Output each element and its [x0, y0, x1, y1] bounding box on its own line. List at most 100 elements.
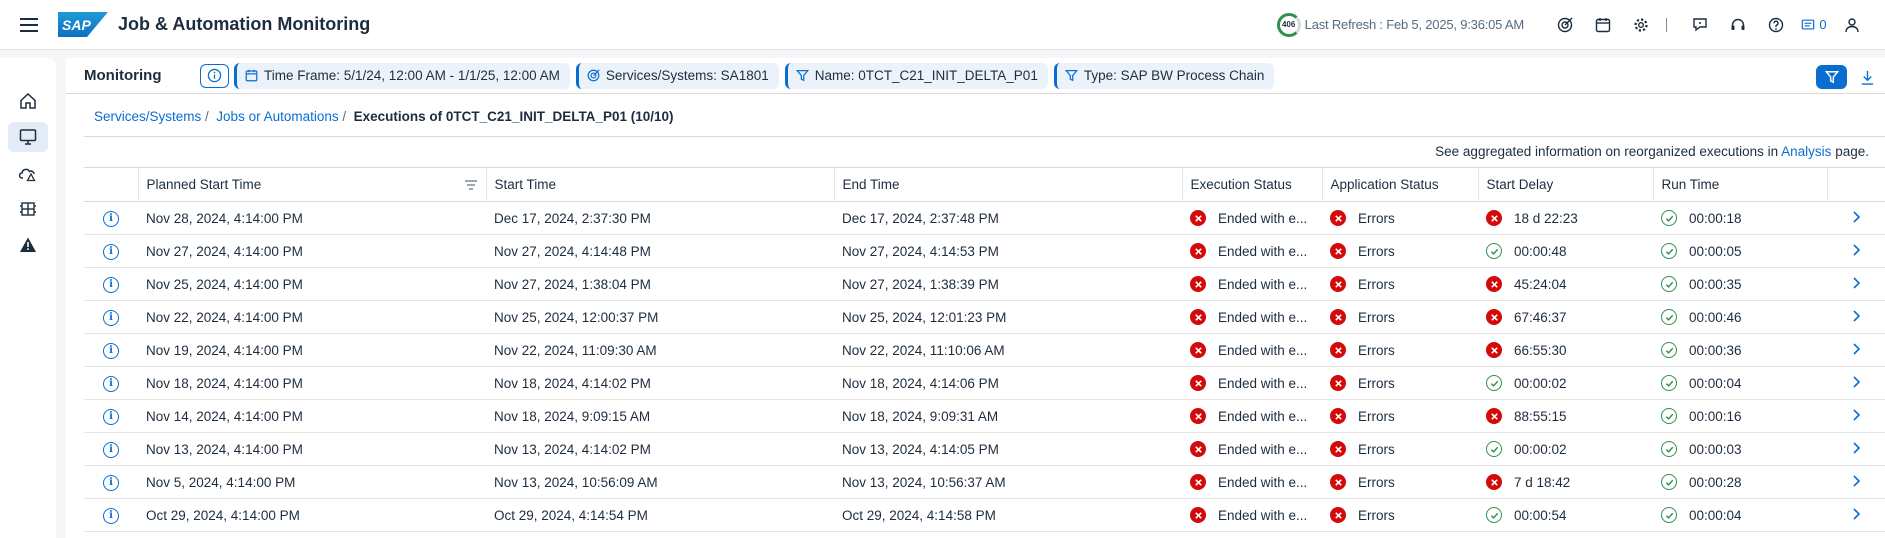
table-row[interactable]: i Oct 29, 2024, 4:14:00 PM Oct 29, 2024, 4…: [84, 498, 1885, 532]
table-row[interactable]: i Nov 25, 2024, 4:14:00 PM Nov 27, 2024, 1…: [84, 267, 1885, 301]
execution-status-text: Ended with e...: [1218, 342, 1308, 358]
run-time-cell: 00:00:36: [1653, 333, 1827, 367]
table-row[interactable]: i Nov 5, 2024, 4:14:00 PM Nov 13, 2024, 10…: [84, 465, 1885, 499]
nav-monitoring[interactable]: [8, 122, 48, 152]
info-icon[interactable]: i: [103, 507, 119, 524]
chip-time-frame[interactable]: Time Frame: 5/1/24, 12:00 AM - 1/1/25, 1…: [234, 62, 570, 89]
grid-icon: [20, 202, 36, 216]
info-icon[interactable]: i: [103, 243, 119, 260]
user-icon[interactable]: [1833, 10, 1871, 40]
info-icon[interactable]: i: [103, 408, 119, 425]
table-row[interactable]: i Nov 19, 2024, 4:14:00 PM Nov 22, 2024, 1…: [84, 333, 1885, 367]
run-time-cell: 00:00:46: [1653, 300, 1827, 334]
help-icon[interactable]: [1757, 10, 1795, 40]
table-row[interactable]: i Nov 28, 2024, 4:14:00 PM Dec 17, 2024, 2…: [84, 201, 1885, 235]
run-time-text: 00:00:18: [1689, 210, 1742, 226]
chevron-right-icon[interactable]: [1851, 210, 1861, 226]
breadcrumb-link-jobs[interactable]: Jobs or Automations: [216, 109, 338, 124]
breadcrumb-link-services[interactable]: Services/Systems: [94, 109, 201, 124]
planned-start-cell: Nov 19, 2024, 4:14:00 PM: [138, 333, 486, 367]
info-icon[interactable]: i: [103, 210, 119, 227]
execution-status-text: Ended with e...: [1218, 507, 1308, 523]
menu-icon[interactable]: [0, 17, 58, 32]
column-header-application-status[interactable]: Application Status: [1321, 167, 1478, 202]
error-icon: [1330, 243, 1346, 259]
chevron-right-icon[interactable]: [1851, 474, 1861, 490]
sap-logo[interactable]: SAP: [58, 12, 108, 37]
start-delay-cell: 67:46:37: [1478, 300, 1653, 334]
row-info-cell: i: [84, 399, 138, 433]
breadcrumb-separator: /: [201, 109, 217, 124]
headset-icon[interactable]: [1719, 10, 1757, 40]
table-row[interactable]: i Nov 22, 2024, 4:14:00 PM Nov 25, 2024, 1…: [84, 300, 1885, 334]
info-icon[interactable]: i: [103, 276, 119, 293]
execution-status-cell: Ended with e...: [1182, 366, 1322, 400]
chevron-right-icon[interactable]: [1851, 375, 1861, 391]
gear-icon[interactable]: [1622, 10, 1660, 40]
chip-type[interactable]: Type: SAP BW Process Chain: [1053, 62, 1275, 89]
info-icon[interactable]: i: [103, 342, 119, 359]
chevron-right-icon[interactable]: [1851, 243, 1861, 259]
start-delay-text: 00:00:48: [1514, 243, 1567, 259]
monitor-icon: [19, 129, 37, 145]
success-icon: [1486, 507, 1502, 523]
table-row[interactable]: i Nov 14, 2024, 4:14:00 PM Nov 18, 2024, 9…: [84, 399, 1885, 433]
planned-start-cell: Nov 22, 2024, 4:14:00 PM: [138, 300, 486, 334]
nav-alerts[interactable]: [8, 158, 48, 188]
chevron-right-icon[interactable]: [1851, 276, 1861, 292]
column-header-run-time[interactable]: Run Time: [1652, 167, 1827, 202]
table-row[interactable]: i Nov 27, 2024, 4:14:00 PM Nov 27, 2024, 4…: [84, 234, 1885, 268]
info-icon[interactable]: i: [103, 375, 119, 392]
application-status-text: Errors: [1358, 342, 1395, 358]
row-nav-cell: [1827, 366, 1885, 400]
start-time-cell: Nov 13, 2024, 10:56:09 AM: [486, 465, 834, 499]
error-icon: [1330, 507, 1346, 523]
table-row[interactable]: i Nov 18, 2024, 4:14:00 PM Nov 18, 2024, 4…: [84, 366, 1885, 400]
download-button[interactable]: [1855, 65, 1879, 89]
chevron-right-icon[interactable]: [1851, 507, 1861, 523]
info-icon[interactable]: i: [103, 474, 119, 491]
execution-status-cell: Ended with e...: [1182, 432, 1322, 466]
run-time-cell: 00:00:03: [1653, 432, 1827, 466]
sort-icon[interactable]: [464, 178, 478, 192]
row-info-cell: i: [84, 465, 138, 499]
column-header-info: [84, 167, 138, 202]
calendar-icon[interactable]: [1584, 10, 1622, 40]
shell-bar: SAP Job & Automation Monitoring 406 Last…: [0, 0, 1885, 50]
info-button[interactable]: [200, 63, 229, 88]
success-icon: [1486, 375, 1502, 391]
chevron-right-icon[interactable]: [1851, 309, 1861, 325]
chevron-right-icon[interactable]: [1851, 441, 1861, 457]
chip-services-systems[interactable]: Services/Systems: SA1801: [575, 62, 779, 89]
page-title: Monitoring: [84, 67, 162, 84]
filter-button[interactable]: [1816, 65, 1847, 89]
chip-name[interactable]: Name: 0TCT_C21_INIT_DELTA_P01: [784, 62, 1048, 89]
application-status-cell: Errors: [1322, 432, 1478, 466]
last-refresh-text: Last Refresh : Feb 5, 2025, 9:36:05 AM: [1304, 17, 1525, 32]
nav-warnings[interactable]: [8, 230, 48, 260]
error-icon: [1190, 276, 1206, 292]
row-nav-cell: [1827, 300, 1885, 334]
table-row[interactable]: i Nov 13, 2024, 4:14:00 PM Nov 13, 2024, 4…: [84, 432, 1885, 466]
analysis-link[interactable]: Analysis: [1781, 144, 1831, 159]
feedback-icon[interactable]: [1681, 10, 1719, 40]
start-delay-cell: 66:55:30: [1478, 333, 1653, 367]
chevron-right-icon[interactable]: [1851, 408, 1861, 424]
column-header-start-time[interactable]: Start Time: [485, 167, 834, 202]
target-icon[interactable]: [1546, 10, 1584, 40]
row-info-cell: i: [84, 333, 138, 367]
application-status-cell: Errors: [1322, 465, 1478, 499]
column-header-planned-start[interactable]: Planned Start Time: [137, 167, 486, 202]
info-icon[interactable]: i: [103, 441, 119, 458]
success-icon: [1486, 243, 1502, 259]
execution-status-text: Ended with e...: [1218, 441, 1308, 457]
chevron-right-icon[interactable]: [1851, 342, 1861, 358]
error-icon: [1190, 342, 1206, 358]
nav-services[interactable]: [8, 194, 48, 224]
column-header-execution-status[interactable]: Execution Status: [1181, 167, 1322, 202]
column-header-start-delay[interactable]: Start Delay: [1477, 167, 1653, 202]
info-icon[interactable]: i: [103, 309, 119, 326]
nav-home[interactable]: [8, 86, 48, 116]
column-header-end-time[interactable]: End Time: [833, 167, 1182, 202]
notification-button[interactable]: 0: [1795, 17, 1833, 32]
